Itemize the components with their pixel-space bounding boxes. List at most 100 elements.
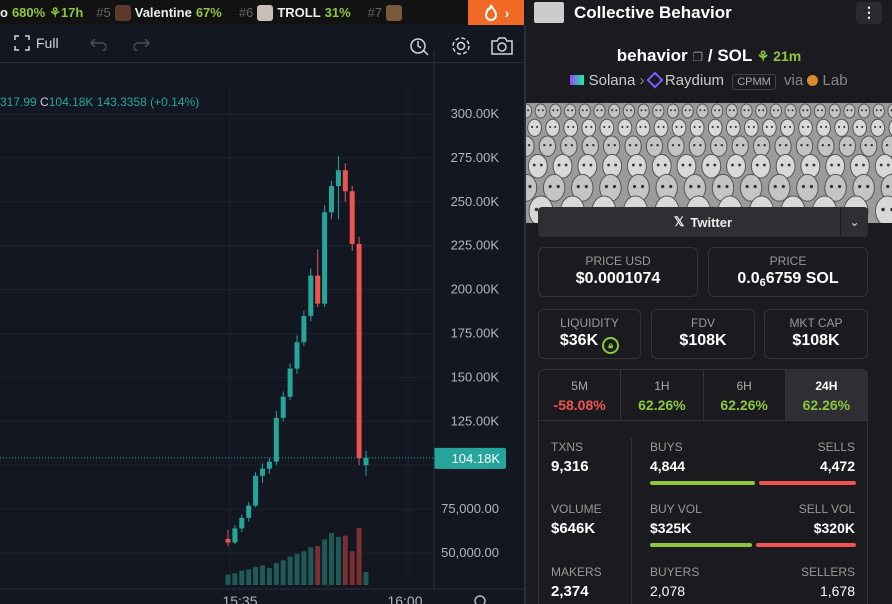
face-eye [770, 125, 773, 128]
candle-body [246, 505, 252, 518]
face-shape [653, 118, 669, 137]
volume-bar [287, 556, 293, 585]
tab-5m[interactable]: 5M -58.08% [539, 370, 622, 420]
token-info-panel: Collective Behavior ⋮ behavior ❐ / SOL ⚘… [526, 0, 892, 604]
face-eye [728, 109, 731, 112]
face-shape [740, 103, 753, 119]
candle-body [253, 475, 259, 506]
pair-route: Solana › Raydium CPMM via Lab [526, 71, 892, 90]
face-eye [699, 109, 702, 112]
face-eye [858, 184, 862, 189]
undo-icon[interactable] [90, 37, 108, 51]
txns-label: TXNS [551, 440, 584, 454]
token-banner-image [526, 103, 892, 223]
price-axis-label: 200.00K [451, 282, 500, 297]
ticker-percent: 680% [11, 5, 46, 20]
face-eye [738, 163, 741, 167]
trending-ticker: o 680% ⚘17h #5 Valentine 67% #6 TROLL 31… [0, 0, 468, 25]
dex-name[interactable]: Raydium [665, 72, 724, 89]
face-eye [856, 125, 859, 128]
current-price-label: 104.18K [452, 451, 501, 466]
candle-body [322, 212, 328, 304]
candle-body [273, 417, 279, 462]
face-eye [714, 143, 717, 147]
x-logo-icon: 𝕏 [673, 214, 685, 229]
fullscreen-button[interactable]: Full [14, 35, 59, 51]
face-eye [838, 125, 841, 128]
face-eye [693, 125, 696, 128]
face-shape [667, 135, 685, 157]
more-menu-button[interactable]: ⋮ [856, 2, 882, 24]
pool-type-badge: CPMM [732, 74, 776, 90]
face-eye [886, 163, 890, 167]
face-eye [802, 109, 805, 112]
tab-24h[interactable]: 24H 62.26% [785, 370, 867, 420]
face-shape [635, 118, 651, 137]
face-eye [801, 125, 804, 128]
volume-bar [260, 565, 265, 585]
face-eye [850, 109, 853, 112]
ticker-item[interactable]: o 680% ⚘17h [0, 5, 83, 21]
via-source[interactable]: Lab [823, 72, 848, 89]
lock-icon[interactable]: 🔒︎ [602, 337, 620, 354]
candle-body [239, 517, 245, 529]
face-eye [684, 109, 687, 112]
ticker-item[interactable]: #7 [368, 4, 406, 21]
ticker-name: TROLL [277, 5, 321, 20]
ticker-name: Valentine [134, 5, 192, 20]
face-shape [872, 103, 885, 119]
face-eye [862, 163, 865, 167]
ticker-item[interactable]: #5 Valentine 67% [96, 4, 226, 21]
ticker-percent: 67% [195, 5, 222, 20]
price-axis-label: 275.00K [451, 150, 500, 165]
copy-icon[interactable]: ❐ [692, 50, 703, 64]
socials-dropdown-button[interactable]: ⌄ [840, 207, 868, 237]
axis-settings-icon[interactable] [474, 595, 486, 604]
volume-bar [315, 546, 321, 585]
chain-name[interactable]: Solana [589, 72, 636, 89]
face-eye [846, 109, 849, 112]
twitter-button[interactable]: 𝕏 Twitter [538, 207, 868, 237]
face-eye [564, 143, 568, 147]
sells-value: 4,472 [819, 458, 855, 474]
tab-6h[interactable]: 6H 62.26% [704, 370, 786, 420]
face-eye [787, 163, 791, 167]
redo-icon[interactable] [132, 37, 150, 51]
time-axis-label: 15:35 [222, 593, 257, 604]
face-eye [552, 109, 555, 112]
volume-bar [225, 574, 231, 585]
face-shape [707, 118, 723, 137]
face-eye [732, 109, 735, 112]
price-chart[interactable]: Full 317.99 C104.18K 143.3358 (+0.14%) 3… [0, 25, 524, 604]
timeframe-tabs: 5M -58.08% 1H 62.26% 6H 62.26% 24H 62.26% [538, 369, 868, 421]
face-eye [816, 109, 819, 112]
face-eye [831, 109, 834, 112]
buyers-value: 2,078 [650, 583, 686, 599]
tab-label: 1H [654, 379, 670, 393]
fdv-card: FDV $108K [651, 309, 755, 359]
face-eye [603, 125, 606, 128]
face-eye [556, 109, 559, 112]
face-eye [570, 143, 574, 147]
candle-body [294, 342, 300, 369]
fdv-value: $108K [679, 332, 727, 349]
face-eye [752, 125, 755, 128]
ticker-item[interactable]: #6 TROLL 31% [239, 4, 355, 21]
price-usd-label: PRICE USD [585, 254, 651, 268]
tab-1h[interactable]: 1H 62.26% [621, 370, 704, 420]
price-axis-label: 50,000.00 [441, 545, 499, 560]
face-eye [655, 109, 658, 112]
face-eye [639, 163, 642, 167]
face-eye [747, 125, 750, 128]
face-eye [757, 143, 760, 147]
mcap-value: $108K [792, 332, 840, 349]
candlestick-plot[interactable]: 300.00K 275.00K 250.00K 225.00K 200.00K 175.0… [0, 50, 524, 604]
face-eye [549, 143, 552, 147]
face-eye [875, 109, 878, 112]
face-shape [870, 118, 886, 137]
makers-label: MAKERS [551, 565, 602, 579]
trending-button[interactable]: › [468, 0, 524, 25]
face-eye [870, 143, 874, 147]
face-eye [788, 125, 792, 128]
volume-bar [294, 553, 300, 585]
